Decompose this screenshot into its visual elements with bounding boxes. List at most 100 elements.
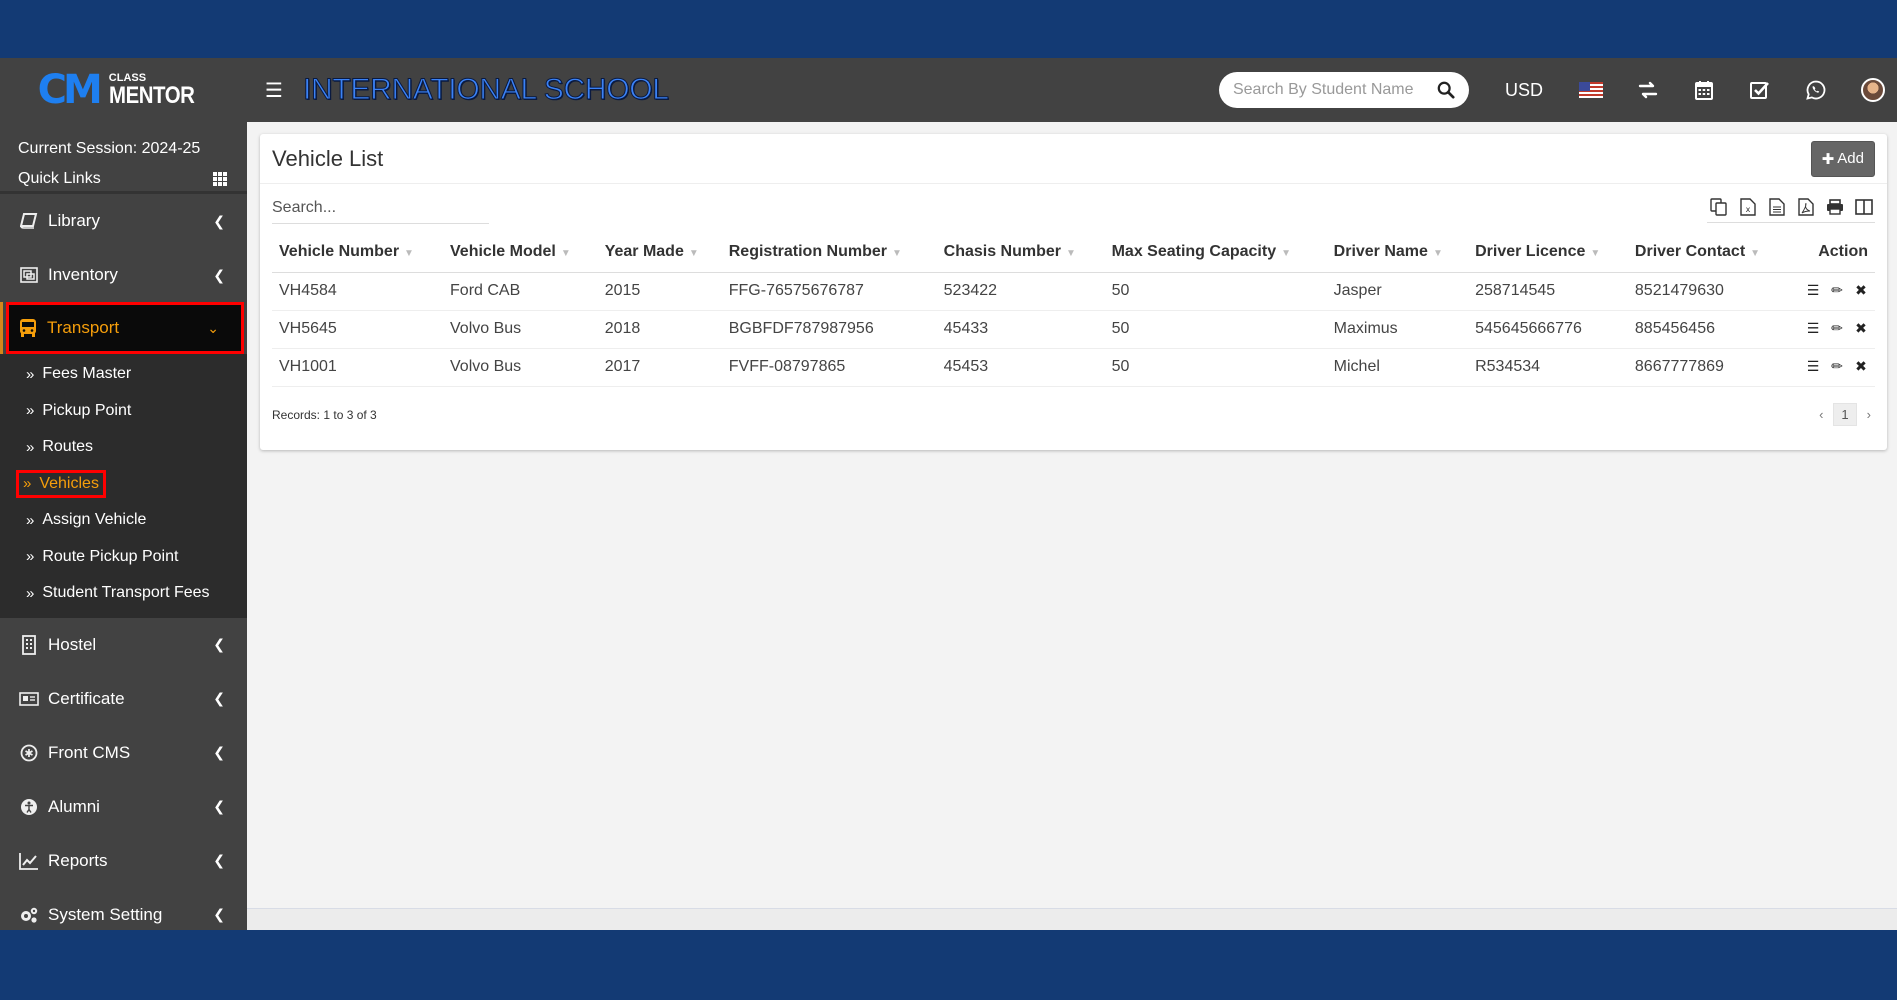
columns-icon[interactable] (1854, 197, 1873, 216)
sidebar-item-alumni[interactable]: Alumni ❮ (0, 780, 247, 834)
session-panel: Current Session: 2024-25 Quick Links (0, 122, 247, 194)
table-footer: Records: 1 to 3 of 3 ‹ 1 › (260, 387, 1887, 443)
sidebar-item-system-setting[interactable]: System Setting ❮ (0, 888, 247, 931)
cell-vehicle-model: Volvo Bus (443, 348, 598, 387)
double-chevron-icon: » (26, 402, 35, 420)
sidebar-item-library[interactable]: Library ❮ (0, 194, 247, 248)
chevron-left-icon: ❮ (213, 798, 225, 814)
chevron-left-icon: ❮ (213, 212, 225, 229)
add-button[interactable]: ✚ Add (1810, 140, 1875, 177)
col-vehicle-number[interactable]: Vehicle Number ▼ (272, 232, 444, 273)
sidebar-item-certificate[interactable]: Certificate ❮ (0, 672, 247, 726)
table-row: VH5645 Volvo Bus 2018 BGBFDF787987956 45… (272, 310, 1875, 349)
logo[interactable]: CM CLASS MENTOR (0, 58, 247, 122)
excel-icon[interactable]: x (1738, 197, 1757, 216)
us-flag-icon[interactable] (1579, 82, 1603, 98)
chevron-down-icon: ⌄ (207, 319, 219, 336)
delete-icon[interactable]: ✖ (1854, 282, 1868, 298)
currency-selector[interactable]: USD (1505, 80, 1543, 101)
quick-links[interactable]: Quick Links (18, 164, 229, 194)
col-registration-number[interactable]: Registration Number ▼ (721, 232, 937, 273)
footer-strip (247, 908, 1897, 930)
edit-icon[interactable]: ✏ (1830, 358, 1844, 374)
sidebar-item-reports[interactable]: Reports ❮ (0, 834, 247, 888)
pdf-icon[interactable] (1796, 197, 1815, 216)
col-driver-contact[interactable]: Driver Contact ▼ (1627, 232, 1788, 273)
page-1-button[interactable]: 1 (1833, 403, 1857, 426)
sidebar-item-hostel[interactable]: Hostel ❮ (0, 618, 247, 672)
chevron-left-icon: ❮ (213, 906, 225, 922)
cell-chasis-number: 45453 (936, 348, 1105, 387)
table-search-input[interactable] (272, 192, 489, 224)
sidebar: Current Session: 2024-25 Quick Links Lib… (0, 122, 247, 930)
list-icon[interactable]: ☰ (1806, 358, 1820, 374)
search-icon[interactable] (1437, 81, 1455, 99)
csv-icon[interactable] (1767, 197, 1786, 216)
sidebar-item-transport[interactable]: Transport ⌄ (0, 302, 244, 354)
user-avatar[interactable] (1861, 78, 1885, 102)
copy-icon[interactable] (1709, 197, 1728, 216)
table-row: VH4584 Ford CAB 2015 FFG-76575676787 523… (272, 272, 1875, 311)
whatsapp-icon[interactable] (1805, 79, 1827, 101)
col-driver-name[interactable]: Driver Name ▼ (1326, 232, 1469, 273)
sort-icon: ▼ (1590, 247, 1601, 259)
cell-max-seating: 50 (1104, 272, 1327, 311)
list-icon[interactable]: ☰ (1806, 282, 1820, 298)
sidebar-item-label: Reports (48, 850, 108, 870)
svg-text:x: x (1745, 205, 1750, 214)
student-search-input[interactable] (1232, 81, 1413, 99)
submenu-label: Assign Vehicle (42, 511, 147, 529)
submenu-label: Route Pickup Point (42, 547, 179, 565)
column-label: Registration Number (728, 242, 887, 260)
edit-icon[interactable]: ✏ (1830, 282, 1844, 298)
cell-driver-contact: 8667777869 (1627, 348, 1788, 387)
cell-vehicle-number: VH4584 (272, 272, 444, 311)
cell-vehicle-number: VH1001 (272, 348, 444, 387)
submenu-fees-master[interactable]: » Fees Master (0, 356, 247, 393)
grid-icon[interactable] (213, 172, 229, 186)
header-actions: USD (1218, 72, 1897, 108)
cell-driver-contact: 8521479630 (1627, 272, 1788, 311)
col-vehicle-model[interactable]: Vehicle Model ▼ (443, 232, 598, 273)
double-chevron-icon: » (26, 511, 35, 529)
building-icon (18, 634, 40, 655)
next-page-button[interactable]: › (1863, 407, 1875, 422)
cell-actions: ☰ ✏ ✖ (1787, 272, 1875, 311)
submenu-route-pickup-point[interactable]: » Route Pickup Point (0, 539, 247, 576)
cell-year-made: 2018 (597, 310, 722, 349)
submenu-pickup-point[interactable]: » Pickup Point (0, 393, 247, 430)
submenu-assign-vehicle[interactable]: » Assign Vehicle (0, 502, 247, 539)
col-max-seating-capacity[interactable]: Max Seating Capacity ▼ (1104, 232, 1327, 273)
calendar-icon[interactable] (1693, 79, 1715, 101)
submenu-student-transport-fees[interactable]: » Student Transport Fees (0, 575, 247, 612)
column-label: Driver Name (1333, 242, 1428, 260)
col-driver-licence[interactable]: Driver Licence ▼ (1468, 232, 1628, 273)
edit-icon[interactable]: ✏ (1830, 320, 1844, 336)
submenu-routes[interactable]: » Routes (0, 429, 247, 466)
check-square-icon[interactable] (1749, 79, 1771, 101)
sidebar-item-inventory[interactable]: Inventory ❮ (0, 248, 247, 302)
sort-icon: ▼ (404, 247, 414, 259)
records-count: Records: 1 to 3 of 3 (272, 407, 377, 422)
list-icon[interactable]: ☰ (1806, 320, 1820, 336)
swap-icon[interactable] (1637, 79, 1659, 101)
column-label: Driver Contact (1634, 242, 1746, 260)
print-icon[interactable] (1825, 197, 1844, 216)
double-chevron-icon: » (26, 365, 35, 383)
book-icon (18, 211, 40, 231)
col-year-made[interactable]: Year Made ▼ (597, 232, 722, 273)
delete-icon[interactable]: ✖ (1854, 320, 1868, 336)
submenu-vehicles[interactable]: » Vehicles (0, 466, 247, 503)
column-label: Driver Licence (1475, 242, 1586, 260)
sidebar-item-front-cms[interactable]: ✱ Front CMS ❮ (0, 726, 247, 780)
col-chasis-number[interactable]: Chasis Number ▼ (936, 232, 1105, 273)
column-label: Vehicle Number (279, 242, 400, 260)
student-search (1218, 72, 1469, 108)
menu-icon[interactable]: ☰ (265, 78, 283, 103)
cell-registration-number: BGBFDF787987956 (721, 310, 937, 349)
col-action: Action (1787, 232, 1875, 273)
cell-driver-name: Maximus (1326, 310, 1469, 349)
chevron-left-icon: ❮ (213, 744, 225, 760)
delete-icon[interactable]: ✖ (1854, 358, 1868, 374)
prev-page-button[interactable]: ‹ (1815, 407, 1827, 422)
